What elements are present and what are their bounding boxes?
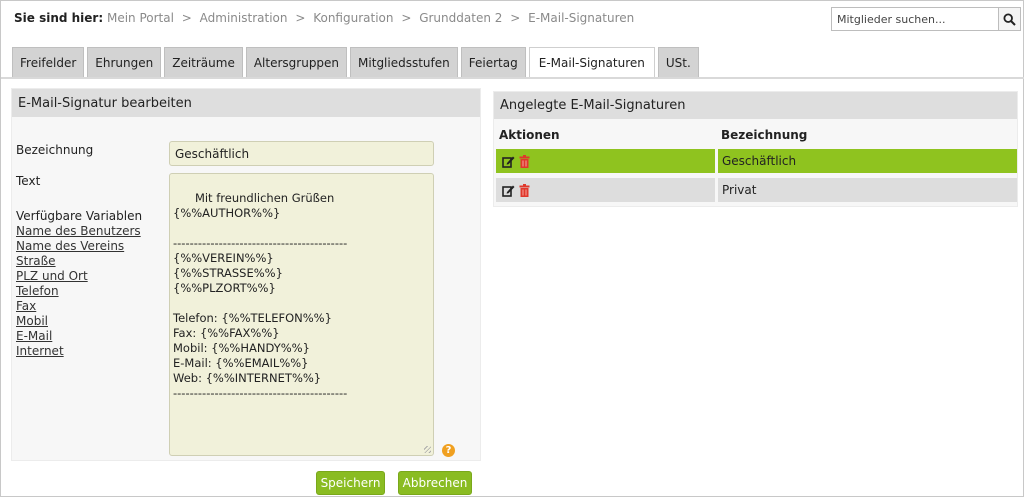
tab-freifelder[interactable]: Freifelder xyxy=(12,47,85,77)
search-button[interactable] xyxy=(998,8,1020,30)
column-header-actions: Aktionen xyxy=(499,128,560,142)
breadcrumb-separator: > xyxy=(401,11,412,25)
page-frame: Sie sind hier: Mein Portal > Administrat… xyxy=(0,0,1024,497)
breadcrumb: Sie sind hier: Mein Portal > Administrat… xyxy=(14,11,634,25)
signature-list-panel: Angelegte E-Mail-Signaturen Aktionen Bez… xyxy=(493,91,1018,207)
delete-icon[interactable] xyxy=(518,183,531,197)
edit-signature-panel: E-Mail-Signatur bearbeiten Bezeichnung G… xyxy=(11,88,481,461)
breadcrumb-lead: Sie sind hier: xyxy=(14,11,104,25)
variable-link-street[interactable]: Straße xyxy=(16,254,142,269)
tab-bar: Freifelder Ehrungen Zeiträume Altersgrup… xyxy=(12,47,699,78)
tab-mitgliedsstufen[interactable]: Mitgliedsstufen xyxy=(350,47,458,77)
tab-feiertag[interactable]: Feiertag xyxy=(460,47,526,77)
variables-list: Verfügbare Variablen Name des Benutzers … xyxy=(16,209,142,359)
row-actions xyxy=(496,149,715,173)
variable-link-internet[interactable]: Internet xyxy=(16,344,142,359)
variable-link-club[interactable]: Name des Vereins xyxy=(16,239,142,254)
row-name: Geschäftlich xyxy=(718,149,1017,173)
breadcrumb-separator: > xyxy=(181,11,192,25)
edit-icon[interactable] xyxy=(502,184,515,197)
breadcrumb-item-administration[interactable]: Administration xyxy=(200,11,288,25)
tab-email-signaturen[interactable]: E-Mail-Signaturen xyxy=(528,47,655,78)
name-label: Bezeichnung xyxy=(16,143,94,157)
breadcrumb-item-current: E-Mail-Signaturen xyxy=(528,11,635,25)
tab-ehrungen[interactable]: Ehrungen xyxy=(87,47,162,77)
delete-icon[interactable] xyxy=(518,154,531,168)
table-row[interactable]: Geschäftlich xyxy=(496,149,1017,173)
edit-panel-title: E-Mail-Signatur bearbeiten xyxy=(12,89,480,117)
row-name: Privat xyxy=(718,178,1017,202)
edit-icon[interactable] xyxy=(502,155,515,168)
variables-title: Verfügbare Variablen xyxy=(16,209,143,223)
breadcrumb-item-grunddaten[interactable]: Grunddaten 2 xyxy=(419,11,502,25)
tab-zeitraeume[interactable]: Zeiträume xyxy=(164,47,243,77)
search-input[interactable] xyxy=(832,8,998,30)
variable-link-mobile[interactable]: Mobil xyxy=(16,314,142,329)
signature-text-field[interactable]: Mit freundlichen Grüßen {%%AUTHOR%%} ---… xyxy=(169,173,434,456)
list-panel-title: Angelegte E-Mail-Signaturen xyxy=(494,92,1017,119)
breadcrumb-separator: > xyxy=(295,11,306,25)
save-button[interactable]: Speichern xyxy=(316,471,385,495)
column-header-name: Bezeichnung xyxy=(721,128,808,142)
variable-link-user[interactable]: Name des Benutzers xyxy=(16,224,142,239)
text-label: Text xyxy=(16,174,41,188)
name-field[interactable]: Geschäftlich xyxy=(169,141,434,166)
tab-ust[interactable]: USt. xyxy=(657,47,699,77)
cancel-button[interactable]: Abbrechen xyxy=(398,471,472,495)
variable-link-fax[interactable]: Fax xyxy=(16,299,142,314)
tab-altersgruppen[interactable]: Altersgruppen xyxy=(245,47,348,77)
variable-link-zip-city[interactable]: PLZ und Ort xyxy=(16,269,142,284)
help-icon[interactable]: ? xyxy=(442,444,455,457)
variable-link-phone[interactable]: Telefon xyxy=(16,284,142,299)
breadcrumb-separator: > xyxy=(510,11,521,25)
variable-link-email[interactable]: E-Mail xyxy=(16,329,142,344)
member-search xyxy=(831,7,1021,31)
breadcrumb-item-konfiguration[interactable]: Konfiguration xyxy=(313,11,393,25)
resize-handle-icon[interactable] xyxy=(424,446,431,453)
breadcrumb-item-portal[interactable]: Mein Portal xyxy=(107,11,174,25)
search-icon xyxy=(1003,12,1016,26)
tab-divider xyxy=(1,77,1024,79)
row-actions xyxy=(496,178,715,202)
signature-text-content: Mit freundlichen Grüßen {%%AUTHOR%%} ---… xyxy=(173,191,348,400)
table-row[interactable]: Privat xyxy=(496,178,1017,202)
